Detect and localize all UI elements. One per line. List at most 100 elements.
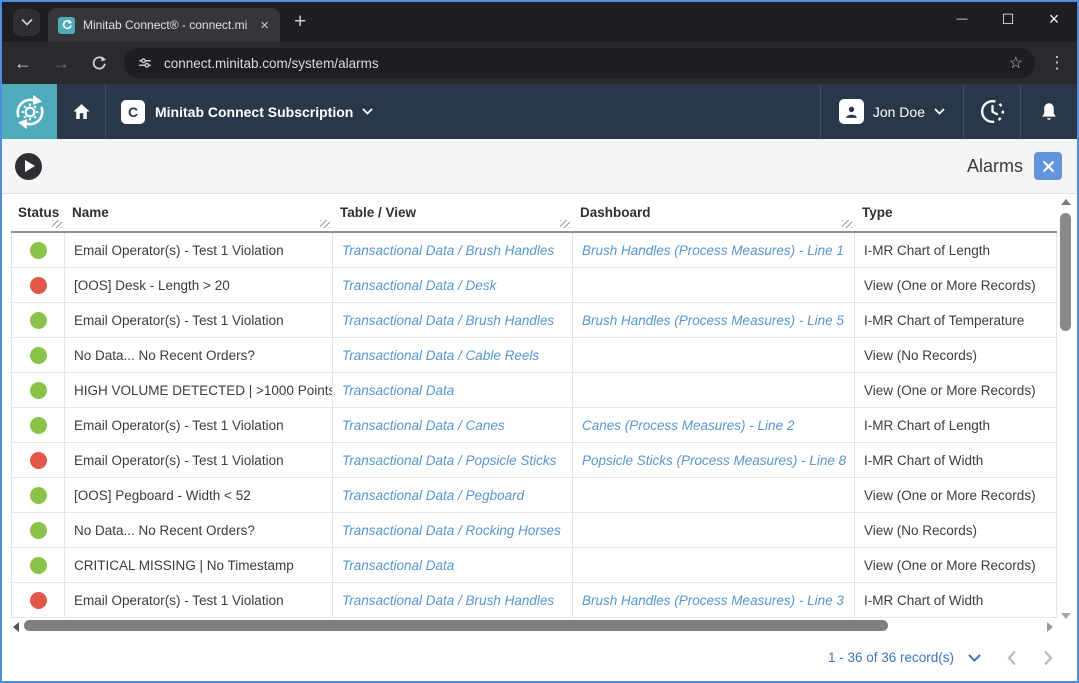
- notifications-button[interactable]: [1021, 84, 1077, 139]
- column-resize-handle[interactable]: [842, 220, 852, 228]
- cell-table-view[interactable]: Transactional Data / Rocking Horses: [333, 513, 573, 547]
- cell-dashboard[interactable]: Brush Handles (Process Measures) - Line …: [573, 233, 855, 267]
- table-row[interactable]: HIGH VOLUME DETECTED | >1000 Points Tran…: [11, 373, 1057, 408]
- chevron-down-icon: [21, 18, 33, 26]
- cell-type: View (One or More Records): [855, 548, 1057, 582]
- minimize-button[interactable]: —: [939, 2, 985, 36]
- scroll-down-icon[interactable]: [1061, 613, 1071, 619]
- column-resize-handle[interactable]: [560, 220, 570, 228]
- cell-table-view[interactable]: Transactional Data / Cable Reels: [333, 338, 573, 372]
- reload-button[interactable]: [82, 46, 116, 80]
- vertical-scrollbar-thumb[interactable]: [1060, 213, 1071, 331]
- cell-table-view[interactable]: Transactional Data / Brush Handles: [333, 303, 573, 337]
- scroll-left-icon[interactable]: [13, 622, 19, 632]
- table-row[interactable]: Email Operator(s) - Test 1 Violation Tra…: [11, 443, 1057, 478]
- recent-activity-button[interactable]: [964, 84, 1020, 139]
- status-dot: [30, 382, 47, 399]
- cell-dashboard[interactable]: [573, 373, 855, 407]
- column-header-status[interactable]: Status: [11, 194, 65, 231]
- record-count-label[interactable]: 1 - 36 of 36 record(s): [828, 650, 954, 665]
- status-cell: [11, 548, 65, 582]
- cell-dashboard[interactable]: [573, 338, 855, 372]
- column-resize-handle[interactable]: [320, 220, 330, 228]
- table-row[interactable]: Email Operator(s) - Test 1 Violation Tra…: [11, 408, 1057, 443]
- cell-dashboard[interactable]: [573, 548, 855, 582]
- subscription-selector[interactable]: C Minitab Connect Subscription: [106, 100, 373, 124]
- user-menu[interactable]: Jon Doe: [821, 84, 963, 139]
- horizontal-scrollbar[interactable]: [11, 618, 1057, 634]
- table-row[interactable]: No Data... No Recent Orders? Transaction…: [11, 338, 1057, 373]
- play-icon: [25, 160, 35, 172]
- cell-dashboard[interactable]: Brush Handles (Process Measures) - Line …: [573, 303, 855, 337]
- page-size-dropdown[interactable]: [968, 654, 981, 662]
- bookmark-star-icon[interactable]: ☆: [1009, 53, 1023, 73]
- cell-table-view[interactable]: Transactional Data / Brush Handles: [333, 583, 573, 617]
- cell-dashboard[interactable]: [573, 268, 855, 302]
- scroll-up-icon[interactable]: [1061, 199, 1071, 205]
- url-text[interactable]: connect.minitab.com/system/alarms: [164, 56, 1009, 71]
- scroll-right-icon[interactable]: [1047, 622, 1053, 632]
- column-header-dashboard[interactable]: Dashboard: [573, 194, 855, 231]
- cell-type: I-MR Chart of Length: [855, 408, 1057, 442]
- cell-table-view[interactable]: Transactional Data / Popsicle Sticks: [333, 443, 573, 477]
- table-row[interactable]: Email Operator(s) - Test 1 Violation Tra…: [11, 303, 1057, 338]
- cell-dashboard[interactable]: [573, 513, 855, 547]
- cell-name: HIGH VOLUME DETECTED | >1000 Points: [65, 373, 333, 407]
- workspace-badge: C: [121, 100, 145, 124]
- table-row[interactable]: [OOS] Pegboard - Width < 52 Transactiona…: [11, 478, 1057, 513]
- home-button[interactable]: [57, 84, 105, 139]
- vertical-scrollbar[interactable]: [1059, 197, 1073, 621]
- cell-dashboard[interactable]: Brush Handles (Process Measures) - Line …: [573, 583, 855, 617]
- status-dot: [30, 522, 47, 539]
- address-bar[interactable]: connect.minitab.com/system/alarms ☆: [124, 48, 1035, 78]
- column-header-table-view[interactable]: Table / View: [333, 194, 573, 231]
- close-button[interactable]: ×: [1031, 2, 1077, 36]
- chevron-right-icon: [1043, 650, 1053, 666]
- user-avatar-icon: [839, 99, 864, 124]
- table-row[interactable]: CRITICAL MISSING | No Timestamp Transact…: [11, 548, 1057, 583]
- cell-dashboard[interactable]: [573, 478, 855, 512]
- column-resize-handle[interactable]: [52, 220, 62, 228]
- cell-dashboard[interactable]: Canes (Process Measures) - Line 2: [573, 408, 855, 442]
- cell-table-view[interactable]: Transactional Data / Canes: [333, 408, 573, 442]
- back-button[interactable]: ←: [6, 46, 40, 80]
- cell-table-view[interactable]: Transactional Data / Pegboard: [333, 478, 573, 512]
- horizontal-scrollbar-thumb[interactable]: [24, 620, 888, 631]
- table-row[interactable]: Email Operator(s) - Test 1 Violation Tra…: [11, 583, 1057, 618]
- cell-name: [OOS] Desk - Length > 20: [65, 268, 333, 302]
- site-settings-icon[interactable]: [136, 54, 154, 72]
- cell-table-view[interactable]: Transactional Data / Brush Handles: [333, 233, 573, 267]
- chevron-down-icon: [934, 108, 945, 115]
- tab-close-icon[interactable]: ×: [257, 17, 272, 34]
- table-row[interactable]: [OOS] Desk - Length > 20 Transactional D…: [11, 268, 1057, 303]
- browser-menu-icon[interactable]: ⋮: [1043, 53, 1071, 73]
- cell-dashboard[interactable]: Popsicle Sticks (Process Measures) - Lin…: [573, 443, 855, 477]
- cell-type: I-MR Chart of Width: [855, 443, 1057, 477]
- table-body: Email Operator(s) - Test 1 Violation Tra…: [11, 233, 1057, 618]
- tab-search-button[interactable]: [13, 9, 40, 36]
- column-header-name[interactable]: Name: [65, 194, 333, 231]
- cell-table-view[interactable]: Transactional Data: [333, 548, 573, 582]
- forward-button[interactable]: →: [44, 46, 78, 80]
- status-cell: [11, 373, 65, 407]
- browser-tab[interactable]: Minitab Connect® - connect.mi ×: [48, 8, 280, 42]
- previous-page-button[interactable]: [1007, 650, 1017, 666]
- cell-type: I-MR Chart of Temperature: [855, 303, 1057, 337]
- column-header-type[interactable]: Type: [855, 194, 1057, 231]
- table-row[interactable]: No Data... No Recent Orders? Transaction…: [11, 513, 1057, 548]
- cell-table-view[interactable]: Transactional Data / Desk: [333, 268, 573, 302]
- status-cell: [11, 268, 65, 302]
- run-button[interactable]: [15, 153, 42, 180]
- main-content: Alarms Status Name Table / View Dashboar…: [2, 139, 1077, 681]
- cell-table-view[interactable]: Transactional Data: [333, 373, 573, 407]
- next-page-button[interactable]: [1043, 650, 1053, 666]
- maximize-button[interactable]: ☐: [985, 2, 1031, 36]
- close-panel-button[interactable]: [1034, 152, 1062, 180]
- minitab-connect-logo-icon[interactable]: [2, 84, 57, 139]
- table-row[interactable]: Email Operator(s) - Test 1 Violation Tra…: [11, 233, 1057, 268]
- cell-name: Email Operator(s) - Test 1 Violation: [65, 233, 333, 267]
- workspace-name: Minitab Connect Subscription: [155, 104, 353, 120]
- status-cell: [11, 478, 65, 512]
- reload-icon: [91, 55, 107, 71]
- new-tab-button[interactable]: +: [294, 10, 306, 34]
